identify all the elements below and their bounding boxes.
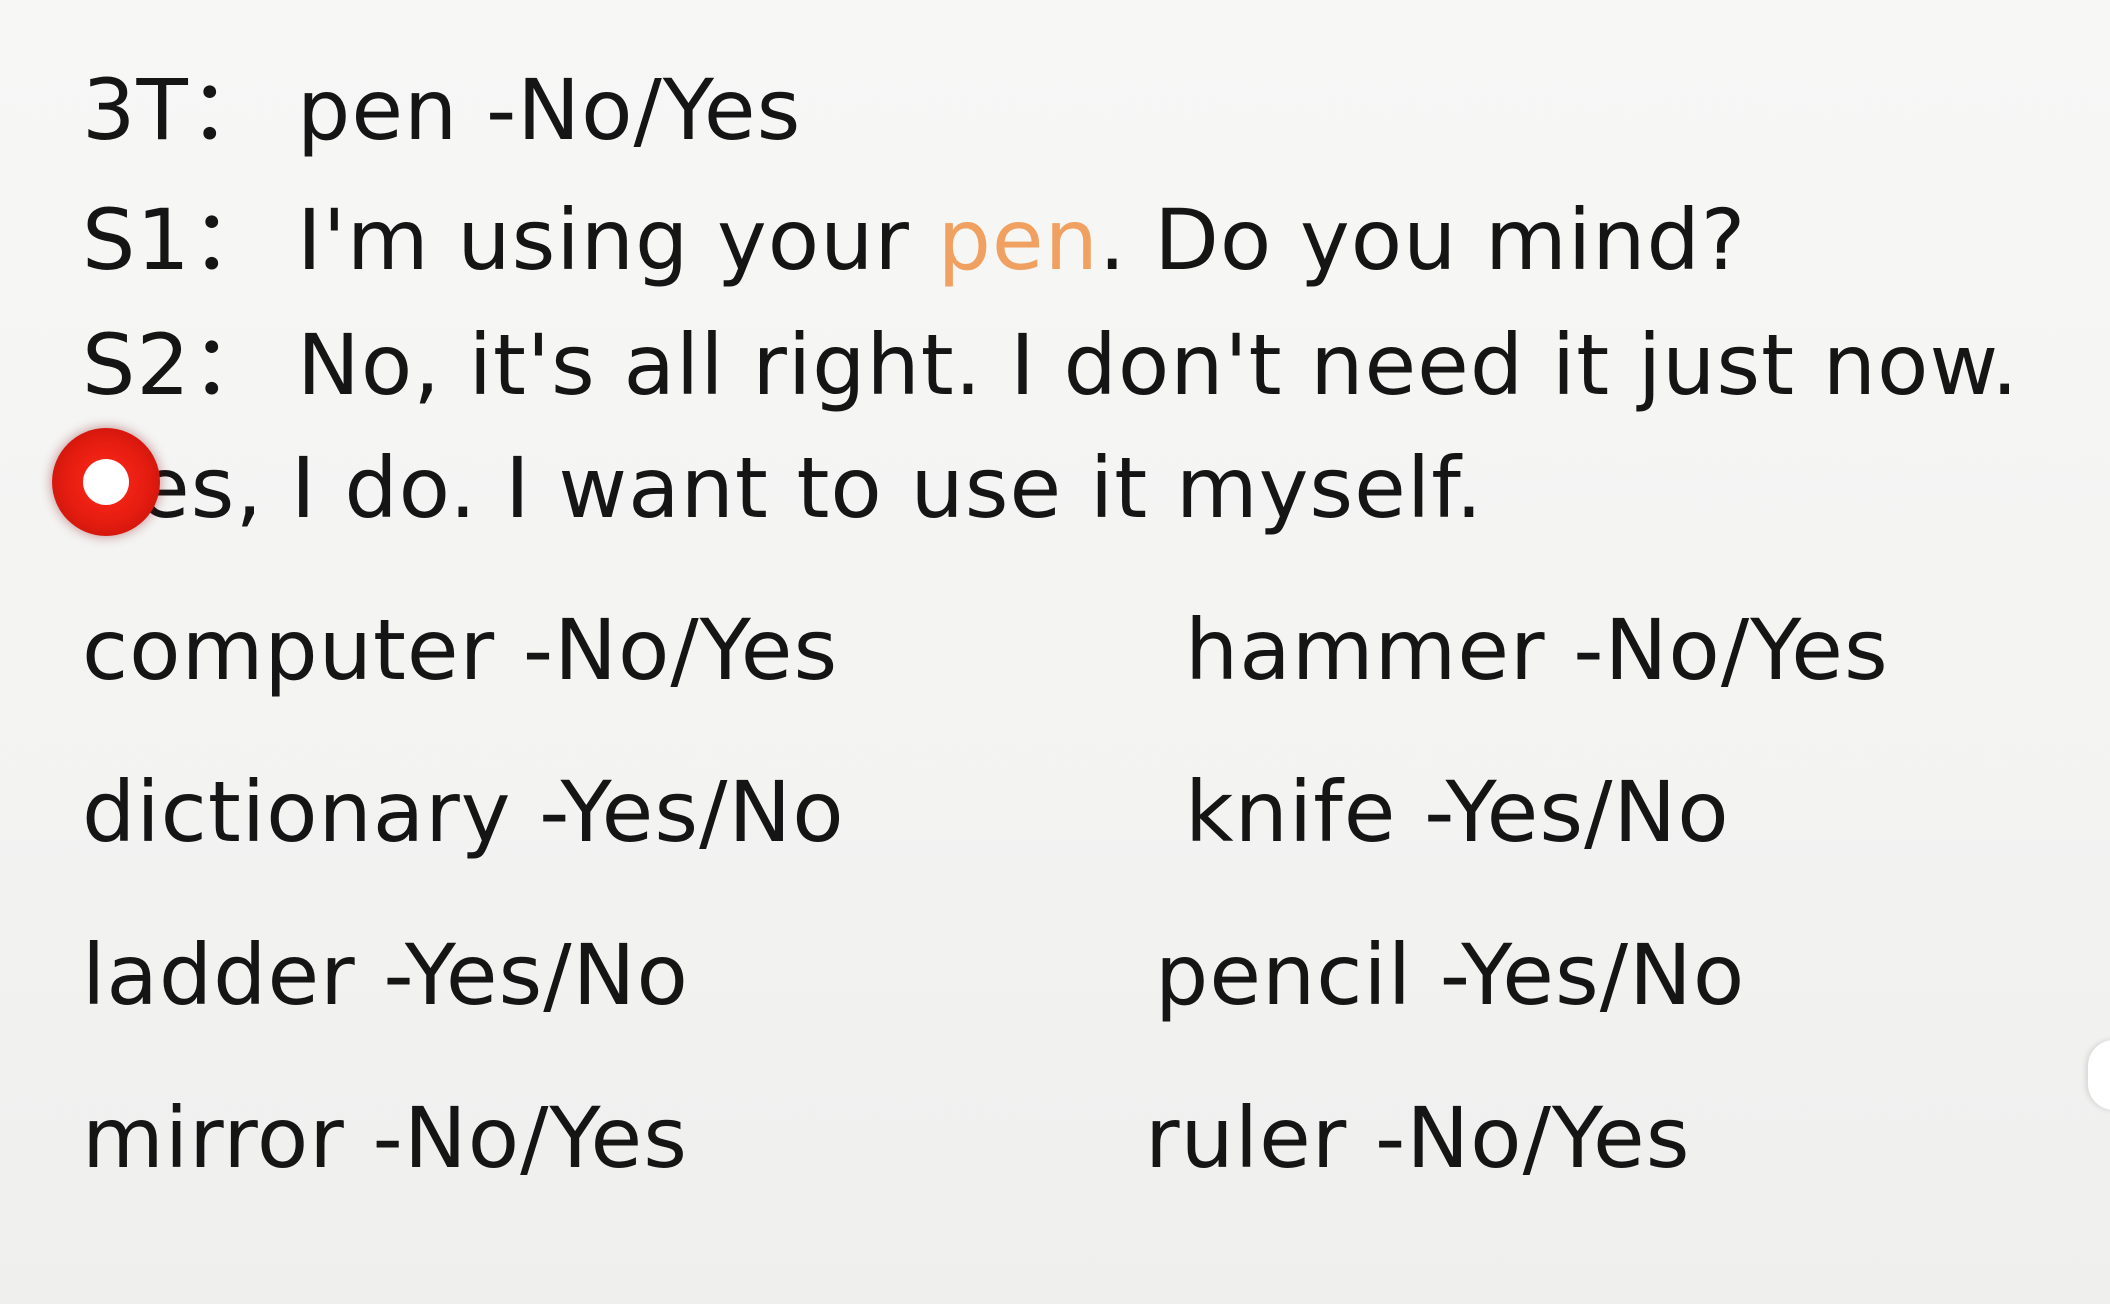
dialogue-text: pen -No/Yes [297,61,802,159]
dialogue-line-1: 3T： pen -No/Yes [82,60,801,160]
dialogue-text-after: . Do you mind? [1098,191,1747,289]
vocab-right-1: hammer -No/Yes [1185,601,1889,699]
red-dot-pointer-icon [52,428,160,536]
dialogue-line-3: S2： No, it's all right. I don't need it j… [82,315,2019,415]
vocab-left-2: dictionary -Yes/No [82,763,845,861]
dialogue-text-before: I'm using your [297,191,938,289]
vocab-right-3: pencil -Yes/No [1155,926,1746,1024]
vocab-left-1: computer -No/Yes [82,601,839,699]
dialogue-text: No, it's all right. I don't need it just… [297,316,2020,414]
speaker-label: 3T： [82,61,274,159]
dialogue-line-2: S1： I'm using your pen. Do you mind? [82,190,1746,290]
dialogue-line-4: es, I do. I want to use it myself. [138,438,1483,538]
vocab-left-3: ladder -Yes/No [82,926,689,1024]
dialogue-text: es, I do. I want to use it myself. [138,439,1484,537]
speaker-label: S2： [82,316,276,414]
edge-handle-icon [2088,1040,2110,1110]
highlighted-word: pen [937,191,1099,289]
vocab-right-4: ruler -No/Yes [1145,1089,1691,1187]
speaker-label: S1： [82,191,276,289]
vocab-right-2: knife -Yes/No [1185,763,1730,861]
vocab-left-4: mirror -No/Yes [82,1089,688,1187]
